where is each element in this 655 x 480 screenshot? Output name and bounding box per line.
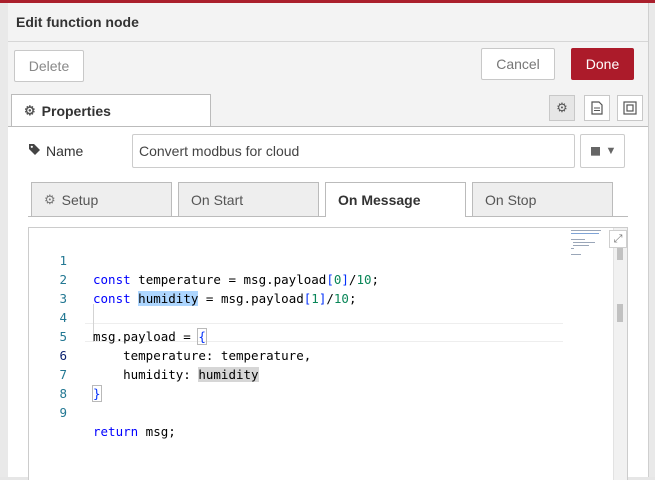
name-label-text: Name	[46, 143, 84, 159]
done-button[interactable]: Done	[571, 48, 634, 80]
keyword: return	[93, 424, 139, 439]
expand-editor-button[interactable]: ⤢	[609, 230, 627, 248]
code-line: 8	[29, 365, 569, 401]
tag-icon	[28, 143, 41, 159]
code-line: 7 }	[29, 346, 569, 402]
tab-on-message-label: On Message	[338, 192, 421, 208]
description-icon	[591, 101, 603, 115]
tab-on-start[interactable]: On Start	[178, 182, 319, 216]
tab-properties[interactable]: ⚙ Properties	[11, 94, 211, 126]
workspace-edge-right	[648, 3, 655, 477]
code-text: msg;	[138, 424, 176, 439]
appearance-icon	[623, 101, 637, 115]
scrollbar-marker	[617, 304, 623, 322]
tab-setup[interactable]: ⚙ Setup	[31, 182, 172, 216]
node-description-button[interactable]	[584, 95, 610, 121]
tab-setup-label: Setup	[61, 191, 99, 208]
tab-on-message[interactable]: On Message	[325, 182, 466, 217]
book-icon	[590, 146, 600, 156]
edit-tray: Edit function node Delete Cancel Done ⚙ …	[8, 3, 648, 480]
code-line-current: 6 humidity: humidity	[29, 327, 569, 382]
code-line: 4 msg.payload = {	[29, 289, 569, 345]
library-dropdown-button[interactable]: ▼	[580, 134, 625, 168]
tab-properties-label: Properties	[41, 102, 111, 119]
expand-icon: ⤢	[613, 232, 623, 245]
gear-icon: ⚙	[556, 100, 568, 115]
tab-on-start-label: On Start	[191, 191, 244, 208]
code-line: 2 const humidity = msg.payload[1]/10;	[29, 251, 569, 306]
cancel-button[interactable]: Cancel	[481, 48, 555, 80]
tab-on-stop-label: On Stop	[485, 191, 537, 208]
line-number: 9	[59, 405, 67, 420]
node-appearance-button[interactable]	[617, 95, 643, 121]
tray-title: Edit function node	[16, 14, 139, 30]
function-sub-tabs: ⚙ Setup On Start On Message On Stop	[28, 182, 628, 217]
gear-icon: ⚙	[24, 102, 36, 118]
editor-scrollbar[interactable]	[613, 228, 627, 480]
code-line: 5 temperature: temperature,	[29, 308, 569, 363]
tab-on-stop[interactable]: On Stop	[472, 182, 613, 216]
tray-header: Edit function node	[8, 3, 648, 42]
scrollbar-thumb[interactable]	[617, 246, 623, 260]
code-editor[interactable]: 1 const temperature = msg.payload[0]/10;…	[28, 227, 628, 480]
tray-toolbar: Delete Cancel Done	[8, 42, 648, 93]
gear-icon: ⚙	[44, 191, 56, 207]
code-line: 3	[29, 270, 569, 306]
code-line: 9 return msg;	[29, 384, 569, 439]
code-minimap[interactable]	[569, 230, 609, 260]
chevron-down-icon: ▼	[605, 145, 617, 157]
properties-tab-bar: ⚙ Properties ⚙	[8, 92, 648, 127]
delete-button[interactable]: Delete	[14, 50, 84, 82]
node-properties-button[interactable]: ⚙	[549, 95, 575, 121]
name-label: Name	[28, 143, 83, 159]
code-line: 1 const temperature = msg.payload[0]/10;	[29, 232, 569, 287]
name-input[interactable]: Convert modbus for cloud	[132, 134, 575, 168]
